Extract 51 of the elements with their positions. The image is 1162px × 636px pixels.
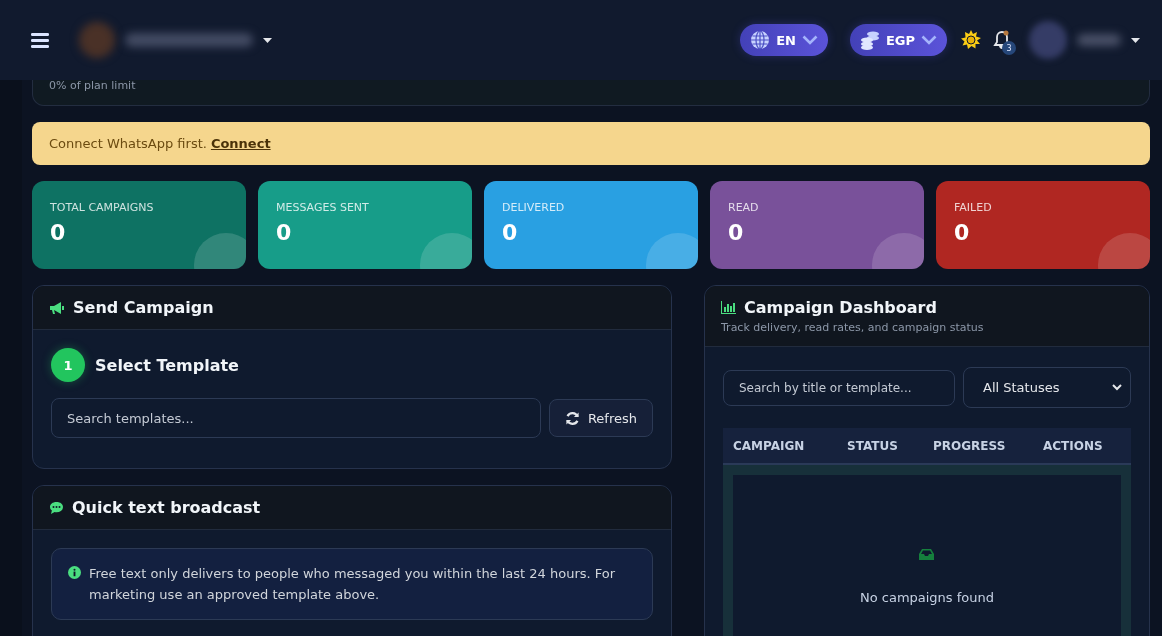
alert-text: Connect WhatsApp first. (49, 136, 207, 151)
currency-button[interactable]: EGP (849, 24, 947, 56)
column-header: STATUS (847, 438, 899, 453)
column-header: PROGRESS (933, 438, 1007, 453)
chevron-down-icon (921, 35, 937, 45)
stat-value: 0 (502, 220, 519, 245)
card-subtitle: Track delivery, read rates, and campaign status (721, 321, 984, 334)
stat-value: 0 (276, 220, 293, 245)
blurred-logo (79, 22, 115, 58)
stat-label: DELIVERED (502, 201, 566, 214)
menu-icon[interactable] (31, 32, 49, 48)
card-title: Campaign Dashboard (744, 298, 937, 317)
bar-chart-icon (721, 301, 736, 314)
stat-label: FAILED (954, 201, 993, 214)
step-number: 1 (51, 348, 85, 382)
chevron-down-icon (801, 35, 818, 45)
template-search-field[interactable]: Search templates... (51, 398, 541, 438)
bell-icon[interactable] (993, 30, 1011, 50)
card-title: Send Campaign (73, 298, 214, 317)
blurred-user-avatar (1029, 21, 1067, 59)
caret-icon[interactable] (1131, 37, 1140, 43)
status-dropdown[interactable]: All Statuses (963, 367, 1131, 408)
inbox-icon (919, 549, 935, 560)
notification-badge: 3 (1002, 41, 1016, 55)
coins-icon (859, 30, 880, 50)
blurred-user-name (1077, 34, 1121, 46)
step-title: Select Template (95, 355, 239, 375)
stat-value: 0 (954, 220, 971, 245)
stat-label: MESSAGES SENT (276, 201, 370, 214)
megaphone-icon (49, 300, 65, 315)
info-icon (68, 566, 81, 579)
info-text: Free text only delivers to people who messaged you within the last 24 hours. For marketing use an approved template above. (89, 565, 617, 604)
stat-value: 0 (728, 220, 745, 245)
refresh-icon (564, 410, 580, 426)
stat-label: TOTAL CAMPAIGNS (50, 201, 155, 214)
card-title: Quick text broadcast (72, 498, 261, 517)
campaign-search-field[interactable]: Search by title or template... (723, 369, 955, 406)
globe-icon (750, 30, 771, 50)
refresh-button[interactable]: Refresh (548, 399, 653, 437)
connect-link[interactable]: Connect (210, 136, 271, 151)
sun-icon[interactable] (961, 30, 981, 50)
caret-icon[interactable] (263, 37, 272, 43)
column-header: ACTIONS (1043, 438, 1104, 453)
chevron-down-icon (1112, 384, 1122, 391)
plan-usage-text: 0% of plan limit (49, 79, 136, 92)
stat-value: 0 (50, 220, 67, 245)
chat-icon (49, 500, 64, 515)
language-button[interactable]: EN (740, 24, 828, 56)
empty-state-text: No campaigns found (859, 590, 995, 605)
column-header: CAMPAIGN (733, 438, 806, 453)
stat-label: READ (728, 201, 760, 214)
